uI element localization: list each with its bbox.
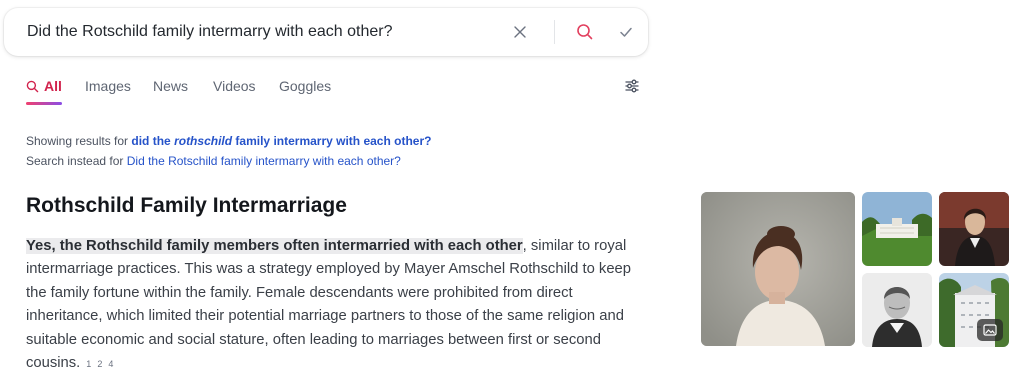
- search-instead-line: Search instead for Did the Rotschild fam…: [26, 151, 431, 171]
- answer-text: , similar to royal intermarriage practic…: [26, 238, 632, 372]
- check-icon[interactable]: [616, 22, 636, 42]
- search-icon[interactable]: [575, 22, 595, 42]
- portrait-woman-image[interactable]: [701, 192, 855, 346]
- search-tabs: All Images News Videos Goggles: [26, 78, 646, 108]
- portrait-man-image[interactable]: [939, 192, 1009, 266]
- engraving-portrait-image[interactable]: [862, 273, 932, 347]
- search-input[interactable]: Did the Rotschild family intermarry with…: [27, 23, 392, 41]
- active-tab-indicator: [26, 102, 62, 105]
- tab-goggles[interactable]: Goggles: [279, 78, 331, 94]
- close-icon[interactable]: [510, 22, 530, 42]
- tab-news[interactable]: News: [153, 78, 188, 94]
- tab-all[interactable]: All: [26, 78, 62, 94]
- answer-body: Yes, the Rothschild family members often…: [26, 235, 636, 376]
- tab-images[interactable]: Images: [85, 78, 131, 94]
- mansion-image[interactable]: [862, 192, 932, 266]
- citations: 124: [86, 359, 119, 369]
- tab-label: Videos: [213, 78, 256, 94]
- spelling-notice: Showing results for did the rothschild f…: [26, 131, 431, 171]
- citation-link[interactable]: 4: [108, 359, 113, 369]
- search-box[interactable]: Did the Rotschild family intermarry with…: [4, 8, 648, 56]
- tab-label: All: [44, 78, 62, 94]
- tab-videos[interactable]: Videos: [213, 78, 256, 94]
- corrected-query-link[interactable]: did the rothschild family intermarry wit…: [131, 134, 431, 148]
- answer-title: Rothschild Family Intermarriage: [26, 194, 347, 217]
- instead-prefix: Search instead for: [26, 154, 124, 168]
- showing-prefix: Showing results for: [26, 134, 129, 148]
- original-query-link[interactable]: Did the Rotschild family intermarry with…: [127, 154, 401, 168]
- showing-results-line: Showing results for did the rothschild f…: [26, 131, 431, 151]
- tab-label: Goggles: [279, 78, 332, 94]
- building-image[interactable]: [939, 273, 1009, 347]
- tab-label: News: [153, 78, 189, 94]
- tab-label: Images: [85, 78, 131, 94]
- search-divider: [554, 20, 555, 44]
- search-icon: [26, 80, 39, 92]
- image-icon[interactable]: [977, 319, 1003, 341]
- sliders-icon[interactable]: [624, 78, 642, 96]
- citation-link[interactable]: 2: [97, 359, 102, 369]
- citation-link[interactable]: 1: [86, 359, 91, 369]
- answer-highlight: Yes, the Rothschild family members often…: [26, 238, 523, 254]
